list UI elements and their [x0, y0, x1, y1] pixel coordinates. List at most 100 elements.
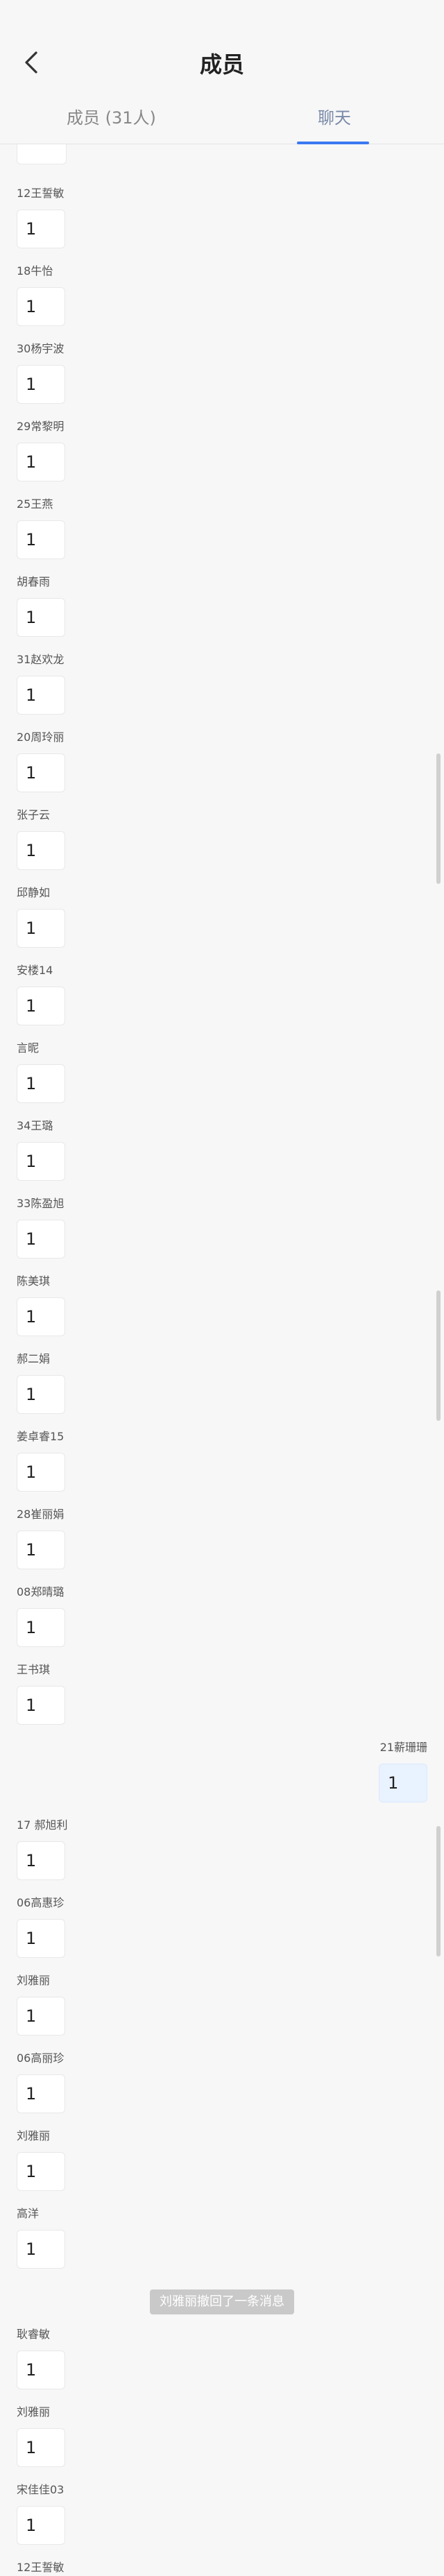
sender-name[interactable]: 刘雅丽	[17, 1973, 65, 1988]
recall-notice: 刘雅丽撤回了一条消息	[0, 2289, 444, 2314]
chat-message: 06高惠珍 1	[17, 1895, 65, 1958]
sender-name[interactable]: 28崔丽娟	[17, 1507, 65, 1522]
chat-message: 25王燕 1	[17, 497, 65, 559]
sender-name[interactable]: 言昵	[17, 1041, 65, 1056]
sender-name[interactable]: 20周玲丽	[17, 730, 65, 745]
chat-message: 宋佳佳03 1	[17, 2482, 65, 2545]
message-bubble[interactable]: 1	[17, 2074, 65, 2113]
message-bubble[interactable]: 1	[17, 1453, 65, 1492]
message-bubble[interactable]: 1	[17, 1530, 65, 1569]
sender-name[interactable]: 30杨宇波	[17, 341, 65, 357]
page-title: 成员	[199, 51, 244, 78]
sender-name[interactable]: 耿睿敏	[17, 2327, 65, 2342]
message-bubble[interactable]: 1	[17, 909, 65, 948]
message-bubble[interactable]: 1	[17, 1142, 65, 1181]
message-bubble[interactable]: 1	[17, 1297, 65, 1336]
sender-name[interactable]: 21薪珊珊	[379, 1740, 427, 1755]
tab-members[interactable]: 成员 (31人)	[67, 104, 156, 128]
chat-message: 30杨宇波 1	[17, 341, 65, 404]
chat-message: 刘雅丽 1	[17, 1973, 65, 2036]
sender-name[interactable]: 陈美琪	[17, 1274, 65, 1289]
message-bubble[interactable]: 1	[17, 2230, 65, 2269]
message-bubble[interactable]: 1	[17, 2351, 65, 2389]
message-bubble	[17, 144, 67, 164]
scrollbar-thumb[interactable]	[436, 1290, 441, 1421]
sender-name[interactable]: 08郑晴璐	[17, 1585, 65, 1600]
message-bubble[interactable]: 1	[17, 1686, 65, 1725]
message-bubble[interactable]: 1	[17, 1997, 65, 2036]
sender-name[interactable]: 12王誓敏	[17, 186, 65, 201]
message-bubble[interactable]: 1	[17, 1220, 65, 1259]
message-bubble[interactable]: 1	[17, 210, 65, 248]
chat-message: 17 郝旭利 1	[17, 1818, 67, 1880]
message-bubble[interactable]: 1	[17, 753, 65, 792]
message-bubble[interactable]: 1	[17, 443, 65, 481]
sender-name[interactable]: 王书琪	[17, 1662, 65, 1678]
sender-name[interactable]: 17 郝旭利	[17, 1818, 67, 1833]
sender-name[interactable]: 06高惠珍	[17, 1895, 65, 1911]
active-tab-indicator	[297, 142, 369, 144]
chat-message: 言昵 1	[17, 1041, 65, 1103]
sender-name[interactable]: 姜卓睿15	[17, 1429, 65, 1444]
message-bubble[interactable]: 1	[17, 1375, 65, 1414]
chat-message: 06高丽珍 1	[17, 2051, 65, 2113]
chat-message: 12王誓敏	[17, 2560, 64, 2575]
chat-message: 高洋 1	[17, 2206, 65, 2269]
sender-name[interactable]: 高洋	[17, 2206, 65, 2221]
sender-name[interactable]: 18牛怡	[17, 264, 65, 279]
message-bubble[interactable]: 1	[17, 1608, 65, 1647]
sender-name[interactable]: 12王誓敏	[17, 2560, 64, 2575]
message-bubble[interactable]: 1	[17, 365, 65, 404]
message-bubble[interactable]: 1	[17, 831, 65, 870]
scrollbar-thumb[interactable]	[436, 753, 441, 884]
sender-name[interactable]: 29常黎明	[17, 419, 65, 434]
sender-name[interactable]: 刘雅丽	[17, 2129, 65, 2144]
message-bubble[interactable]: 1	[17, 2506, 65, 2545]
sender-name[interactable]: 06高丽珍	[17, 2051, 65, 2066]
chat-message: 12王誓敏 1	[17, 186, 65, 248]
chat-message: 31赵欢龙 1	[17, 652, 65, 715]
chat-message: 郝二娟 1	[17, 1351, 65, 1414]
chat-message: 张子云 1	[17, 808, 65, 870]
message-bubble[interactable]: 1	[17, 2152, 65, 2191]
sender-name[interactable]: 邱静如	[17, 885, 65, 901]
message-bubble[interactable]: 1	[17, 987, 65, 1025]
own-message: 21薪珊珊 1	[379, 1740, 427, 1802]
scrollbar-thumb[interactable]	[436, 1826, 441, 1956]
chat-message: 陈美琪 1	[17, 1274, 65, 1336]
chat-message: 姜卓睿15 1	[17, 1429, 65, 1492]
message-bubble[interactable]: 1	[17, 287, 65, 326]
sender-name[interactable]: 安楼14	[17, 963, 65, 978]
sender-name[interactable]: 郝二娟	[17, 1351, 65, 1367]
chat-message: 18牛怡 1	[17, 264, 65, 326]
chat-message: 刘雅丽 1	[17, 2129, 65, 2191]
sender-name[interactable]: 31赵欢龙	[17, 652, 65, 667]
header-bar: 成员 成员 (31人) 聊天	[0, 0, 444, 144]
chat-message: 刘雅丽 1	[17, 2405, 65, 2467]
chat-message: 33陈盈旭 1	[17, 1196, 65, 1259]
message-bubble[interactable]: 1	[17, 1064, 65, 1103]
sender-name[interactable]: 34王璐	[17, 1118, 65, 1134]
message-bubble[interactable]: 1	[17, 1919, 65, 1958]
chat-message: 20周玲丽 1	[17, 730, 65, 792]
message-bubble[interactable]: 1	[17, 520, 65, 559]
recall-notice-text: 刘雅丽撤回了一条消息	[150, 2289, 294, 2314]
sender-name[interactable]: 25王燕	[17, 497, 65, 512]
sender-name[interactable]: 33陈盈旭	[17, 1196, 65, 1211]
message-bubble[interactable]: 1	[17, 676, 65, 715]
chat-message: 耿睿敏 1	[17, 2327, 65, 2389]
sender-name[interactable]: 宋佳佳03	[17, 2482, 65, 2498]
chat-message: 28崔丽娟 1	[17, 1507, 65, 1569]
sender-name[interactable]: 张子云	[17, 808, 65, 823]
chat-message: 08郑晴璐 1	[17, 1585, 65, 1647]
message-bubble[interactable]: 1	[17, 598, 65, 637]
message-bubble[interactable]: 1	[17, 1841, 65, 1880]
chat-message: 胡春雨 1	[17, 574, 65, 637]
chat-message: 安楼14 1	[17, 963, 65, 1025]
tab-chat[interactable]: 聊天	[318, 104, 351, 128]
chat-message: 王书琪 1	[17, 1662, 65, 1725]
message-bubble[interactable]: 1	[17, 2428, 65, 2467]
sender-name[interactable]: 胡春雨	[17, 574, 65, 590]
message-bubble[interactable]: 1	[379, 1764, 427, 1802]
sender-name[interactable]: 刘雅丽	[17, 2405, 65, 2420]
